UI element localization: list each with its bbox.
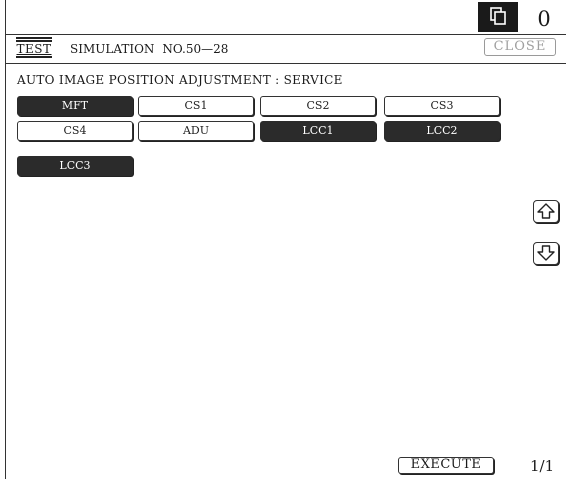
header-divider [5, 63, 566, 64]
scroll-down-button[interactable] [533, 242, 559, 265]
tray-button-lcc2[interactable]: LCC2 [384, 121, 500, 141]
tray-button-cs4[interactable]: CS4 [17, 121, 133, 141]
page-indicator: 1/1 [530, 457, 555, 475]
tray-button-lcc3[interactable]: LCC3 [17, 156, 133, 176]
test-logo: TEST [16, 37, 52, 59]
arrow-up-icon [537, 203, 555, 219]
simulation-number: NO.50—28 [162, 42, 229, 56]
test-logo-text: TEST [16, 42, 52, 56]
status-divider [5, 34, 566, 35]
tray-button-mft[interactable]: MFT [17, 96, 133, 116]
simulation-title: SIMULATION [70, 42, 155, 56]
arrow-down-icon [537, 245, 555, 261]
tray-button-cs1[interactable]: CS1 [138, 96, 254, 116]
copy-count: 0 [537, 7, 551, 31]
screen-frame [5, 0, 566, 479]
tray-button-lcc1[interactable]: LCC1 [260, 121, 376, 141]
simulation-label: SIMULATION NO.50—28 [70, 43, 228, 55]
page-title: AUTO IMAGE POSITION ADJUSTMENT : SERVICE [17, 73, 343, 87]
tray-button-cs2[interactable]: CS2 [260, 96, 376, 116]
copy-icon [478, 2, 518, 32]
tray-button-cs3[interactable]: CS3 [384, 96, 500, 116]
execute-button[interactable]: EXECUTE [398, 457, 494, 474]
close-button[interactable]: CLOSE [484, 38, 556, 56]
tray-button-adu[interactable]: ADU [138, 121, 254, 141]
scroll-up-button[interactable] [533, 200, 559, 223]
